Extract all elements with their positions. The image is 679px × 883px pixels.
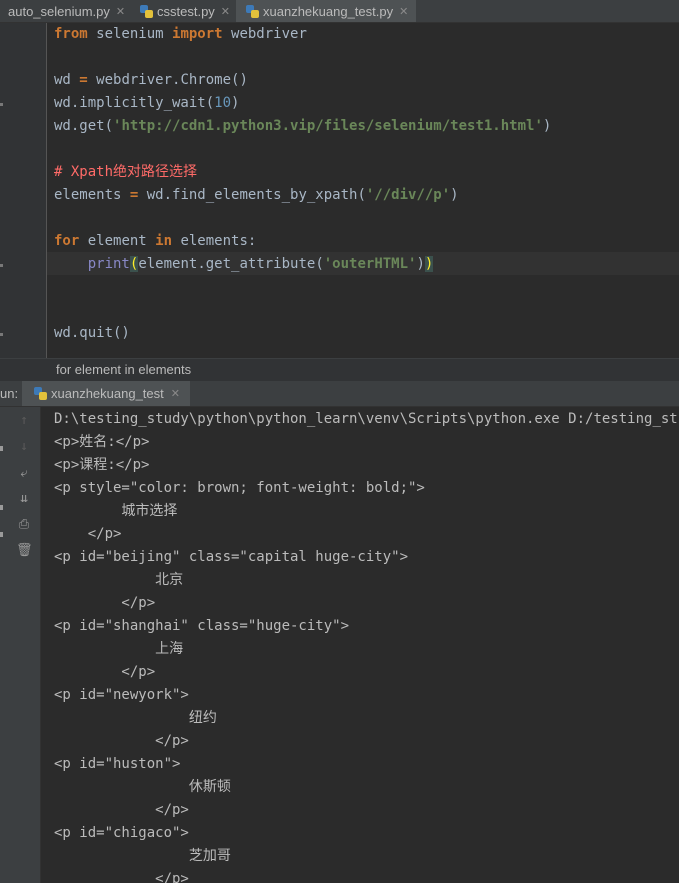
- output-line: <p style="color: brown; font-weight: bol…: [54, 480, 425, 496]
- tab-auto-selenium[interactable]: auto_selenium.py ✕: [0, 0, 136, 22]
- soft-wrap-icon[interactable]: ⤶: [16, 466, 32, 482]
- code-line: wd = webdriver.Chrome(): [54, 72, 248, 88]
- close-icon[interactable]: ✕: [221, 5, 230, 18]
- python-file-icon: [246, 4, 259, 18]
- code-line: wd.implicitly_wait(10): [54, 95, 240, 111]
- output-line: <p id="newyork">: [54, 687, 189, 703]
- breadcrumb-item[interactable]: for element in elements: [56, 362, 191, 377]
- editor-gutter: [0, 23, 47, 358]
- code-line: from selenium import webdriver: [54, 26, 307, 42]
- output-line: </p>: [54, 595, 156, 611]
- code-line: for element in elements:: [54, 233, 257, 249]
- code-line: wd.get('http://cdn1.python3.vip/files/se…: [54, 118, 552, 134]
- console-toolbar: ↑ ↓ ⤶ ⇊ ⎙ 🗑: [0, 407, 41, 883]
- output-line: </p>: [54, 733, 189, 749]
- left-edge-marker: [0, 532, 3, 537]
- output-line: <p id="shanghai" class="huge-city">: [54, 618, 350, 634]
- output-line: </p>: [54, 664, 156, 680]
- output-line: 休斯顿: [54, 779, 231, 795]
- output-line: </p>: [54, 526, 122, 542]
- breadcrumb: for element in elements: [0, 358, 679, 382]
- arrow-up-icon[interactable]: ↑: [16, 413, 32, 429]
- gutter-marker: [0, 333, 3, 336]
- left-edge-marker: [0, 446, 3, 451]
- run-label: un:: [0, 386, 19, 401]
- code-comment: # Xpath绝对路径选择: [54, 164, 198, 180]
- tab-csstest[interactable]: csstest.py ✕: [132, 0, 232, 22]
- output-line: 上海: [54, 641, 184, 657]
- output-line: 城市选择: [54, 503, 178, 519]
- python-file-icon: [34, 387, 47, 400]
- run-tab[interactable]: xuanzhekuang_test ✕: [22, 381, 190, 406]
- python-file-icon: [140, 4, 153, 18]
- editor-tab-bar: auto_selenium.py ✕ csstest.py ✕ xuanzhek…: [0, 0, 679, 23]
- output-line: <p id="huston">: [54, 756, 181, 772]
- output-line: </p>: [54, 871, 189, 883]
- print-icon[interactable]: ⎙: [16, 517, 32, 533]
- output-line: 北京: [54, 572, 184, 588]
- output-line: <p id="beijing" class="capital huge-city…: [54, 549, 409, 565]
- code-line: elements = wd.find_elements_by_xpath('//…: [54, 187, 459, 203]
- output-line: <p id="chigaco">: [54, 825, 189, 841]
- output-line: </p>: [54, 802, 189, 818]
- code-editor[interactable]: from selenium import webdriver wd = webd…: [0, 23, 679, 358]
- trash-icon[interactable]: 🗑: [16, 543, 33, 559]
- close-icon[interactable]: ✕: [399, 5, 408, 18]
- tab-xuanzhekuang-test[interactable]: xuanzhekuang_test.py ✕: [236, 0, 416, 22]
- gutter-marker: [0, 264, 3, 267]
- output-line: <p>课程:</p>: [54, 457, 150, 473]
- arrow-down-icon[interactable]: ↓: [16, 439, 32, 455]
- tab-label: auto_selenium.py: [8, 3, 110, 19]
- output-line: D:\testing_study\python\python_learn\ven…: [54, 411, 679, 427]
- code-line-current: print(element.get_attribute('outerHTML')…: [87, 256, 434, 272]
- tab-label: csstest.py: [157, 3, 215, 19]
- left-edge-marker: [0, 505, 3, 510]
- close-icon[interactable]: ✕: [171, 387, 180, 400]
- output-line: 纽约: [54, 710, 217, 726]
- code-line: wd.quit(): [54, 325, 130, 341]
- run-tab-label: xuanzhekuang_test: [51, 386, 164, 401]
- close-icon[interactable]: ✕: [116, 5, 125, 18]
- tab-label: xuanzhekuang_test.py: [263, 3, 394, 19]
- output-line: <p>姓名:</p>: [54, 434, 150, 450]
- scroll-to-end-icon[interactable]: ⇊: [16, 491, 32, 507]
- output-line: 芝加哥: [54, 848, 231, 864]
- run-toolbar: un: xuanzhekuang_test ✕: [0, 381, 679, 407]
- run-console[interactable]: ↑ ↓ ⤶ ⇊ ⎙ 🗑 D:\testing_study\python\pyth…: [0, 407, 679, 883]
- gutter-marker: [0, 103, 3, 106]
